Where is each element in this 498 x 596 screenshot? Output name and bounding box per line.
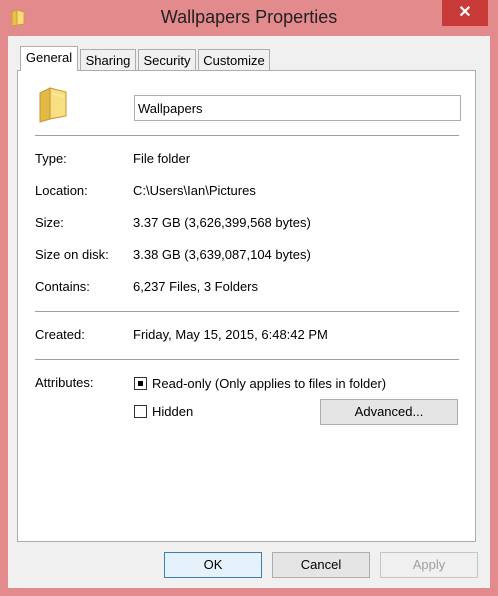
size-on-disk-value: 3.38 GB (3,639,087,104 bytes): [133, 247, 311, 262]
created-label: Created:: [35, 327, 85, 342]
hidden-label[interactable]: Hidden: [152, 404, 193, 419]
created-value: Friday, May 15, 2015, 6:48:42 PM: [133, 327, 328, 342]
apply-button[interactable]: Apply: [380, 552, 478, 578]
separator: [35, 359, 459, 360]
size-on-disk-label: Size on disk:: [35, 247, 109, 262]
folder-name-input[interactable]: [134, 95, 461, 121]
title-bar[interactable]: Wallpapers Properties ✕: [0, 0, 498, 36]
advanced-button[interactable]: Advanced...: [320, 399, 458, 425]
tab-sharing[interactable]: Sharing: [80, 49, 136, 71]
close-icon: ✕: [458, 4, 472, 21]
readonly-checkbox[interactable]: [134, 377, 147, 390]
readonly-label[interactable]: Read-only (Only applies to files in fold…: [152, 376, 386, 391]
window-title: Wallpapers Properties: [160, 7, 338, 27]
contains-label: Contains:: [35, 279, 90, 294]
ok-button[interactable]: OK: [164, 552, 262, 578]
cancel-button[interactable]: Cancel: [272, 552, 370, 578]
tab-general[interactable]: General: [20, 46, 78, 71]
attributes-label: Attributes:: [35, 375, 94, 390]
close-button[interactable]: ✕: [442, 0, 488, 26]
folder-large-icon: [34, 85, 72, 128]
contains-value: 6,237 Files, 3 Folders: [133, 279, 259, 294]
tab-customize[interactable]: Customize: [198, 49, 270, 71]
hidden-checkbox[interactable]: [134, 405, 147, 418]
size-value: 3.37 GB (3,626,399,568 bytes): [133, 215, 311, 230]
separator: [35, 311, 459, 312]
location-label: Location:: [35, 183, 88, 198]
type-label: Type:: [35, 151, 67, 166]
general-tab-panel: Type: File folder Location: C:\Users\Ian…: [17, 70, 476, 542]
location-value: C:\Users\Ian\Pictures: [133, 183, 256, 198]
tab-security[interactable]: Security: [138, 49, 196, 71]
dialog-client-area: General Sharing Security Customize Type:…: [8, 36, 490, 588]
type-value: File folder: [133, 151, 191, 166]
properties-window: Wallpapers Properties ✕ General Sharing …: [0, 0, 498, 596]
size-label: Size:: [35, 215, 64, 230]
separator: [35, 135, 459, 136]
